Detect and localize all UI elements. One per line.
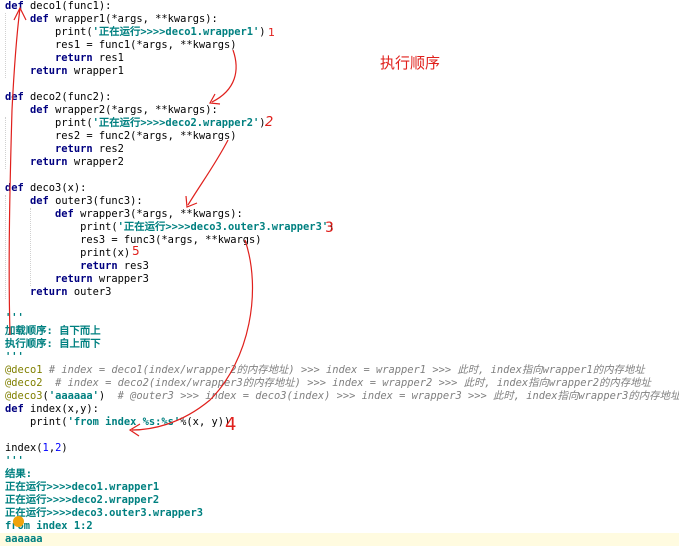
lightbulb-icon[interactable] xyxy=(13,516,24,527)
annotation-title: 执行顺序 xyxy=(380,54,441,72)
annotation-mark-3: 3 xyxy=(325,220,334,236)
flow-arrow-2-head xyxy=(185,195,198,208)
annotation-layer xyxy=(8,6,254,437)
flow-arrow-2 xyxy=(187,139,229,206)
annotation-mark-2: 2 xyxy=(265,115,274,130)
annotation-mark-1: 1 xyxy=(268,26,275,39)
flow-arrow-3 xyxy=(131,239,254,431)
flow-arrow-1-head xyxy=(209,93,221,105)
annotation-mark-5: 5 xyxy=(132,244,140,258)
return-arrow-stroke xyxy=(8,7,21,336)
flow-arrow-1 xyxy=(211,49,237,103)
annotation-mark-4: 4 xyxy=(225,414,237,435)
